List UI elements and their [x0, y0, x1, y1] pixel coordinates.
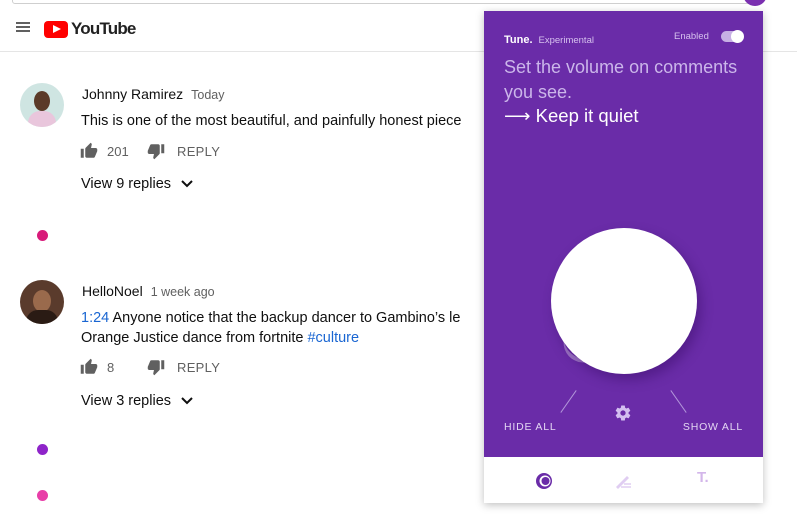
comment-text-line2: Orange Justice dance from fortnite: [81, 330, 308, 346]
comment-divider-dot: [37, 490, 48, 501]
comment-actions: 8 REPLY: [80, 357, 220, 377]
youtube-logo-text: YouTube: [71, 19, 136, 38]
dial-icon[interactable]: [534, 471, 554, 491]
like-icon[interactable]: [80, 142, 98, 160]
tune-extension-icon[interactable]: [743, 0, 767, 6]
comment-text: 1:24 Anyone notice that the backup dance…: [81, 308, 501, 348]
like-count: 201: [107, 143, 129, 159]
enabled-label: Enabled: [674, 31, 709, 42]
chevron-down-icon: [181, 180, 193, 188]
view-replies-button[interactable]: View 3 replies: [81, 393, 193, 409]
comment-time[interactable]: Today: [191, 88, 224, 102]
tune-panel: Tune. Experimental Enabled Set the volume…: [484, 11, 763, 503]
comment-text: This is one of the most beautiful, and p…: [81, 113, 462, 129]
tune-title: Set the volume on comments you see.: [504, 57, 738, 102]
comment-author[interactable]: HelloNoel: [82, 283, 143, 299]
hashtag-link[interactable]: #culture: [307, 330, 359, 346]
comment-divider-dot: [37, 230, 48, 241]
like-count: 8: [107, 359, 115, 375]
view-replies-button[interactable]: View 9 replies: [81, 176, 193, 192]
dislike-icon[interactable]: [147, 358, 165, 376]
dial-tick-right: [670, 390, 687, 413]
comment-author[interactable]: Johnny Ramirez: [82, 86, 183, 102]
youtube-play-icon: [44, 20, 68, 38]
dial-tick-left: [560, 390, 577, 413]
youtube-logo[interactable]: YouTube: [44, 19, 136, 39]
reply-button[interactable]: REPLY: [177, 360, 220, 375]
show-all-button[interactable]: SHOW ALL: [683, 421, 743, 433]
comment-text-line1: Anyone notice that the backup dancer to …: [109, 310, 461, 326]
tune-setting-label: ⟶ Keep it quiet: [504, 105, 639, 126]
search-bar[interactable]: [12, 0, 752, 4]
tune-nav-bar: T.: [484, 457, 763, 503]
view-replies-label: View 9 replies: [81, 176, 172, 192]
tune-brand: Tune.: [504, 34, 533, 46]
hide-all-button[interactable]: HIDE ALL: [504, 421, 557, 433]
comment-divider-dot: [37, 444, 48, 455]
menu-icon[interactable]: [16, 22, 30, 32]
volume-dial[interactable]: [551, 228, 697, 374]
enabled-toggle[interactable]: [721, 30, 744, 43]
timestamp-link[interactable]: 1:24: [81, 310, 109, 326]
dislike-icon[interactable]: [147, 142, 165, 160]
reply-button[interactable]: REPLY: [177, 144, 220, 159]
tune-header: Tune. Experimental: [504, 30, 594, 48]
avatar[interactable]: [20, 280, 64, 324]
avatar[interactable]: [20, 83, 64, 127]
comment-actions: 201 REPLY: [80, 141, 220, 161]
comment-header: Johnny Ramirez Today: [82, 86, 225, 104]
gear-icon[interactable]: [614, 404, 632, 422]
comment: HelloNoel 1 week ago 1:24 Anyone notice t…: [20, 280, 490, 420]
page: YouTube Johnny Ramirez Today This is one …: [0, 0, 797, 524]
like-icon[interactable]: [80, 358, 98, 376]
chevron-down-icon: [181, 397, 193, 405]
tune-mode: Experimental: [538, 35, 594, 46]
view-replies-label: View 3 replies: [81, 393, 172, 409]
tune-t-icon[interactable]: T.: [697, 469, 709, 486]
comment: Johnny Ramirez Today This is one of the m…: [20, 83, 490, 203]
pen-icon[interactable]: [613, 471, 633, 491]
comment-time[interactable]: 1 week ago: [151, 285, 215, 299]
comment-header: HelloNoel 1 week ago: [82, 283, 215, 301]
